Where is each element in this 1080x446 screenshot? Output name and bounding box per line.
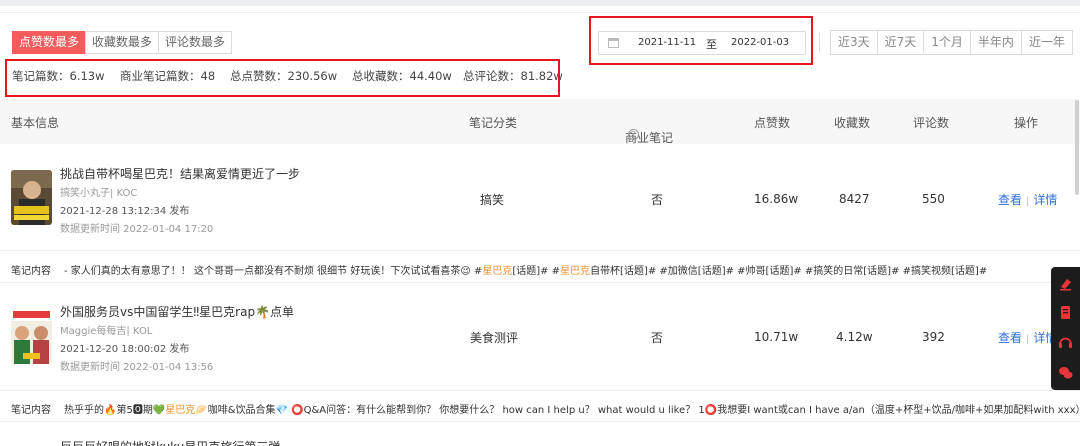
note-content-label: 笔记内容 — [11, 266, 51, 277]
row-actions: 查看 | 详情 — [998, 329, 1057, 346]
note-author[interactable]: 搞笑小丸子| KOC — [60, 184, 137, 199]
toolbar-divider — [819, 33, 820, 53]
content-part: 热乎乎的🔥第5🅾期💚 — [64, 405, 166, 416]
note-comments: 392 — [922, 330, 945, 344]
content-part: 🥟咖啡&饮品合集💎 ⭕Q&A问答：有什么能帮到你？ 你想要什么？ how can… — [195, 405, 1080, 416]
note-title[interactable]: 挑战自带杯喝星巴克！结果离爱情更近了一步 — [60, 165, 300, 182]
row-divider — [0, 421, 1080, 422]
note-content-text: 热乎乎的🔥第5🅾期💚星巴克🥟咖啡&饮品合集💎 ⭕Q&A问答：有什么能帮到你？ 你… — [64, 401, 1080, 416]
tab-most-comments[interactable]: 评论数最多 — [158, 31, 233, 54]
col-ops: 操作 — [1014, 116, 1039, 130]
note-publish-time: 2021-12-28 13:12:34 发布 — [60, 206, 190, 217]
note-content: 笔记内容 - 家人们真的太有意思了！！ 这个哥哥一点都没有不耐烦 很细节 好玩诶… — [0, 252, 1080, 282]
stats-highlight-box — [5, 59, 560, 97]
note-collects: 4.12w — [836, 330, 873, 344]
note-update-time: 数据更新时间 2022-01-04 17:20 — [60, 224, 214, 235]
note-thumbnail[interactable] — [11, 170, 52, 225]
note-content-text: - 家人们真的太有意思了！！ 这个哥哥一点都没有不耐烦 很细节 好玩诶！下次试试… — [64, 262, 987, 277]
row-actions: 查看 | 详情 — [998, 191, 1057, 208]
tab-most-collects[interactable]: 收藏数最多 — [85, 31, 160, 54]
sort-tabs: 点赞数最多 收藏数最多 评论数最多 — [12, 31, 233, 54]
content-part: 自带杯[话题]# #加微信[话题]# #帅哥[话题]# #搞笑的日常[话题]# … — [590, 266, 988, 277]
note-likes: 16.86w — [754, 192, 799, 206]
content-part: - 家人们真的太有意思了！！ 这个哥哥一点都没有不耐烦 很细节 好玩诶！下次试试… — [64, 266, 483, 277]
action-separator: | — [1026, 334, 1030, 345]
note-publish-time: 2021-12-20 18:00:02 发布 — [60, 344, 190, 355]
col-category[interactable]: 笔记分类 — [469, 114, 517, 131]
note-content: 笔记内容 热乎乎的🔥第5🅾期💚星巴克🥟咖啡&饮品合集💎 ⭕Q&A问答：有什么能帮… — [0, 391, 1080, 421]
note-content-label: 笔记内容 — [11, 405, 51, 416]
col-comments[interactable]: 评论数 — [913, 114, 949, 131]
col-likes[interactable]: 点赞数 — [754, 114, 790, 131]
view-link[interactable]: 查看 — [998, 193, 1022, 207]
content-part: [话题]# # — [512, 266, 561, 277]
range-3-days[interactable]: 近3天 — [830, 30, 878, 55]
row-divider — [0, 250, 1080, 251]
col-basic-info: 基本信息 — [11, 116, 60, 130]
range-7-days[interactable]: 近7天 — [876, 30, 925, 55]
col-collects[interactable]: 收藏数 — [834, 114, 870, 131]
table-header: 基本信息 笔记分类 商业笔记? 点赞数 收藏数 评论数 操作 — [0, 99, 1080, 145]
note-likes: 10.71w — [754, 330, 799, 344]
note-title[interactable]: 外国服务员vs中国留学生‼星巴克rap🌴点单 — [60, 303, 294, 320]
document-icon[interactable] — [1058, 305, 1073, 320]
quick-range-buttons: 近3天 近7天 1个月 半年内 近一年 — [830, 30, 1073, 55]
topic-link[interactable]: 星巴克 — [165, 405, 195, 416]
tab-most-likes[interactable]: 点赞数最多 — [12, 31, 87, 54]
range-1-month[interactable]: 1个月 — [923, 30, 971, 55]
date-highlight-box — [589, 16, 813, 65]
range-half-year[interactable]: 半年内 — [969, 30, 1022, 55]
topic-link[interactable]: 星巴克 — [560, 266, 590, 277]
headset-icon[interactable] — [1058, 335, 1073, 350]
note-author[interactable]: Maggie每每吉| KOL — [60, 322, 152, 337]
chat-icon[interactable] — [1058, 365, 1073, 380]
note-commercial: 否 — [651, 331, 664, 345]
note-collects: 8427 — [839, 192, 870, 206]
note-comments: 550 — [922, 192, 945, 206]
table-row: 外国服务员vs中国留学生‼星巴克rap🌴点单 Maggie每每吉| KOL 20… — [0, 283, 1080, 387]
detail-link[interactable]: 详情 — [1033, 193, 1057, 207]
action-separator: | — [1026, 196, 1030, 207]
note-title-partial[interactable]: 巨巨巨好喝的地狱kuku星巴克旅行第三弹 — [60, 438, 280, 446]
note-thumbnail[interactable] — [11, 309, 52, 364]
view-link[interactable]: 查看 — [998, 331, 1022, 345]
top-divider — [0, 12, 1080, 13]
range-1-year[interactable]: 近一年 — [1020, 30, 1073, 55]
note-update-time: 数据更新时间 2022-01-04 13:56 — [60, 362, 214, 373]
note-commercial: 否 — [651, 193, 664, 207]
side-toolbar — [1051, 267, 1080, 390]
note-category: 美食测评 — [470, 331, 519, 345]
topic-link[interactable]: 星巴克 — [482, 266, 512, 277]
eraser-icon[interactable] — [1058, 276, 1073, 291]
note-category: 搞笑 — [480, 193, 505, 207]
question-icon[interactable]: ? — [628, 129, 639, 140]
top-bar — [0, 0, 1080, 6]
table-row: 挑战自带杯喝星巴克！结果离爱情更近了一步 搞笑小丸子| KOC 2021-12-… — [0, 144, 1080, 248]
